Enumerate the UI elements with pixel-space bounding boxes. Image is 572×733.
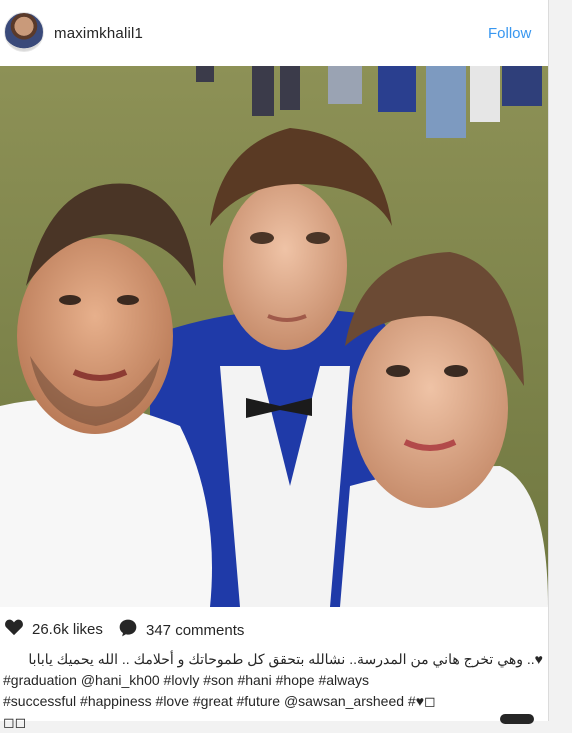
comments-count[interactable]: 347 comments (146, 622, 244, 639)
comment-bubble-icon[interactable] (118, 618, 138, 642)
caption-line[interactable]: #successful #happiness #love #great #fut… (3, 691, 543, 712)
likes-count[interactable]: 26.6k likes (32, 621, 103, 638)
username-link[interactable]: maximkhalil1 (54, 25, 143, 42)
post-caption: ♥.. وهي تخرج هاني من المدرسة.. نشالله بت… (3, 649, 543, 733)
avatar[interactable] (4, 12, 44, 52)
caption-line[interactable]: #graduation @hani_kh00 #lovly #son #hani… (3, 670, 543, 691)
scrollbar-thumb[interactable] (500, 714, 534, 724)
comment-group[interactable]: 347 comments (118, 618, 244, 642)
post-card: maximkhalil1 Follow 26.6k likes 347 comm… (0, 0, 549, 730)
post-photo[interactable] (0, 66, 548, 607)
follow-button[interactable]: Follow (488, 25, 531, 42)
like-group[interactable]: 26.6k likes (4, 618, 103, 640)
caption-line: ♥.. وهي تخرج هاني من المدرسة.. نشالله بت… (28, 651, 543, 667)
caption-line: ◻◻ (3, 714, 27, 730)
heart-icon[interactable] (4, 618, 24, 640)
post-header: maximkhalil1 Follow (0, 0, 548, 66)
post-actions: 26.6k likes 347 comments (0, 618, 548, 642)
